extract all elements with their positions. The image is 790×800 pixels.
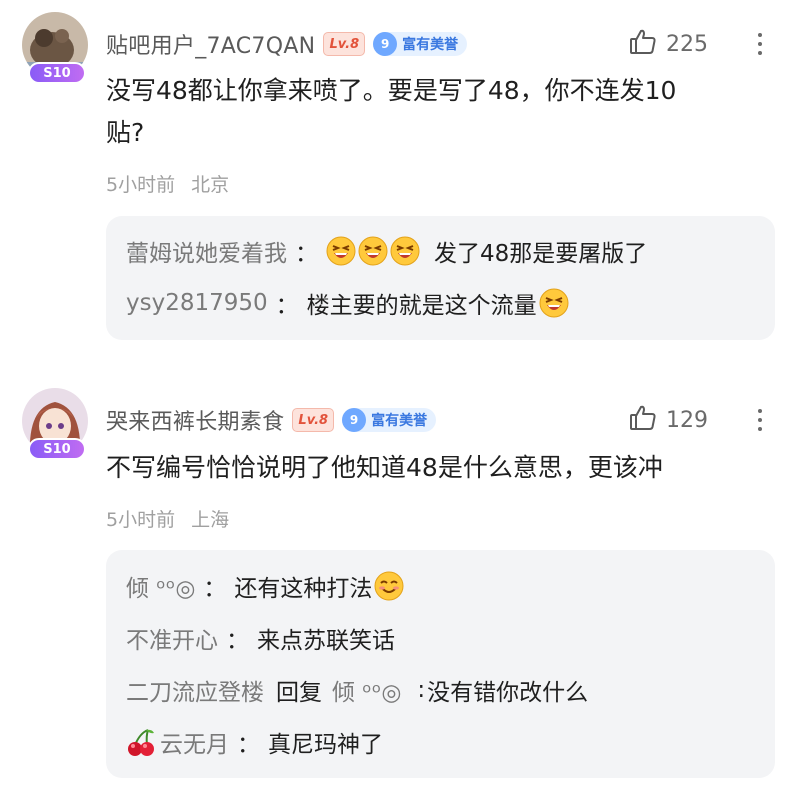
- comment-header: 哭来西裤长期素食 Lv.8 9 富有美誉: [106, 402, 437, 438]
- honor-rank-label: 富有美誉: [371, 413, 428, 429]
- reply-keyword: 回复: [276, 680, 322, 706]
- reply-item[interactable]: 二刀流应登楼 回复 倾 ᵒᵒ◎ : 没有错你改什么: [126, 670, 588, 710]
- comment-content: 不写编号恰恰说明了他知道48是什么意思，更该冲: [106, 447, 766, 489]
- reply-item[interactable]: 云无月 ： 真尼玛神了: [126, 722, 383, 762]
- like-count: 129: [666, 407, 708, 433]
- reply-username[interactable]: 倾 ᵒᵒ◎: [126, 569, 195, 603]
- reply-item[interactable]: 倾 ᵒᵒ◎ ： 还有这种打法: [126, 566, 406, 606]
- honor-badge: 9 富有美誉: [342, 408, 437, 432]
- cherry-icon: [126, 727, 156, 757]
- reply-text: 楼主要的就是这个流量: [306, 293, 537, 319]
- like-button[interactable]: 225: [628, 26, 708, 62]
- reply-item[interactable]: ysy2817950 ： 楼主要的就是这个流量: [126, 283, 571, 323]
- reply-username[interactable]: 云无月: [160, 725, 229, 759]
- grin-squint-emoji-icon: [390, 236, 420, 266]
- honor-rank-number: 9: [342, 408, 367, 432]
- comment-header: 贴吧用户_7AC7QAN Lv.8 9 富有美誉: [106, 26, 468, 62]
- comment-meta: 5小时前 北京: [106, 170, 229, 197]
- reply-to-username[interactable]: 倾 ᵒᵒ◎: [332, 673, 401, 707]
- reply-box[interactable]: 蕾姆说她爱着我 ： 发了48那是要屠版了 ysy2817950 ： 楼主要的就是…: [106, 216, 775, 340]
- honor-badge: 9 富有美誉: [373, 32, 468, 56]
- reply-separator: :: [417, 677, 426, 703]
- level-badge: Lv.8: [292, 408, 335, 432]
- reply-item[interactable]: 蕾姆说她爱着我 ： 发了48那是要屠版了: [126, 231, 647, 271]
- avatar-level-badge: S10: [28, 438, 86, 460]
- reply-username[interactable]: 不准开心: [126, 621, 218, 655]
- reply-text: 还有这种打法: [234, 576, 373, 602]
- reply-username[interactable]: 蕾姆说她爱着我: [126, 234, 287, 268]
- avatar-level-badge: S10: [28, 62, 86, 84]
- comment-meta: 5小时前 上海: [106, 505, 229, 532]
- comment-location: 上海: [191, 509, 230, 531]
- grin-squint-emoji-icon: [358, 236, 388, 266]
- like-button[interactable]: 129: [628, 402, 708, 438]
- reply-username[interactable]: 二刀流应登楼: [126, 673, 264, 707]
- comment-text-line: 贴?: [106, 118, 145, 147]
- reply-text: 没有错你改什么: [427, 680, 589, 706]
- username[interactable]: 贴吧用户_7AC7QAN: [106, 28, 315, 60]
- level-badge: Lv.8: [323, 32, 366, 56]
- more-options-button[interactable]: [750, 402, 770, 438]
- reply-separator: ：: [226, 628, 249, 654]
- reply-box[interactable]: 倾 ᵒᵒ◎ ： 还有这种打法 不准开心 ： 来点苏联笑话 二刀流应登楼 回复 倾…: [106, 550, 775, 778]
- thumbs-up-icon: [628, 27, 658, 61]
- username[interactable]: 哭来西裤长期素食: [106, 404, 284, 436]
- honor-rank-label: 富有美誉: [402, 37, 459, 53]
- reply-separator: ：: [275, 293, 299, 319]
- comment-text-line: 不写编号恰恰说明了他知道48是什么意思，更该冲: [106, 453, 663, 482]
- reply-item[interactable]: 不准开心 ： 来点苏联笑话: [126, 618, 395, 658]
- more-options-button[interactable]: [750, 26, 770, 62]
- reply-text: 来点苏联笑话: [257, 628, 395, 654]
- reply-separator: ：: [237, 732, 260, 758]
- grin-squint-emoji-icon: [539, 288, 569, 318]
- comment-text-line: 没写48都让你拿来喷了。要是写了48，你不连发10: [106, 76, 677, 105]
- comment-time: 5小时前: [106, 509, 176, 531]
- honor-rank-number: 9: [373, 32, 398, 56]
- smile-relieved-emoji-icon: [374, 571, 404, 601]
- comment-time: 5小时前: [106, 174, 176, 196]
- reply-text: 发了48那是要屠版了: [434, 241, 648, 267]
- comment-location: 北京: [191, 174, 230, 196]
- comment-content: 没写48都让你拿来喷了。要是写了48，你不连发10 贴?: [106, 70, 766, 154]
- grin-squint-emoji-icon: [326, 236, 356, 266]
- reply-text: 真尼玛神了: [268, 732, 383, 758]
- reply-username[interactable]: ysy2817950: [126, 290, 268, 316]
- like-count: 225: [666, 31, 708, 57]
- reply-separator: ：: [295, 241, 318, 267]
- reply-separator: ：: [203, 576, 227, 602]
- thumbs-up-icon: [628, 403, 658, 437]
